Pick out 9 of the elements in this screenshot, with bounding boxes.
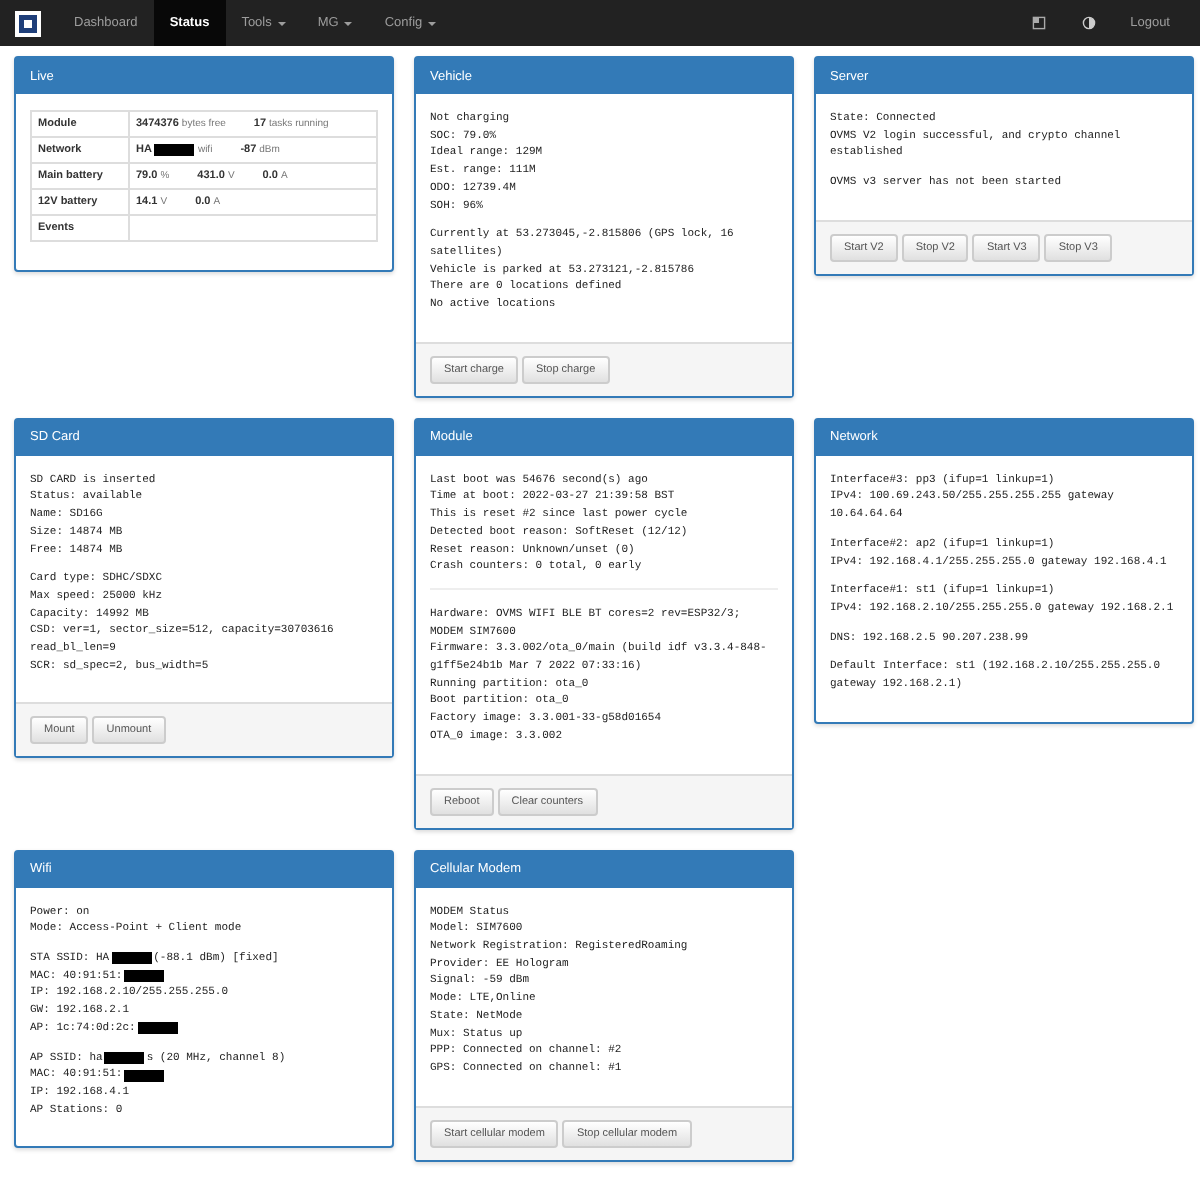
contrast-icon[interactable] — [1082, 16, 1097, 30]
redaction-block — [124, 1069, 165, 1082]
redaction-block — [137, 1022, 178, 1035]
redaction-block — [154, 144, 195, 156]
redaction-block — [124, 970, 165, 983]
logo-icon[interactable] — [14, 9, 42, 37]
redaction-block — [104, 1051, 145, 1064]
redaction-block — [111, 952, 152, 965]
window-icon[interactable] — [1032, 16, 1047, 30]
